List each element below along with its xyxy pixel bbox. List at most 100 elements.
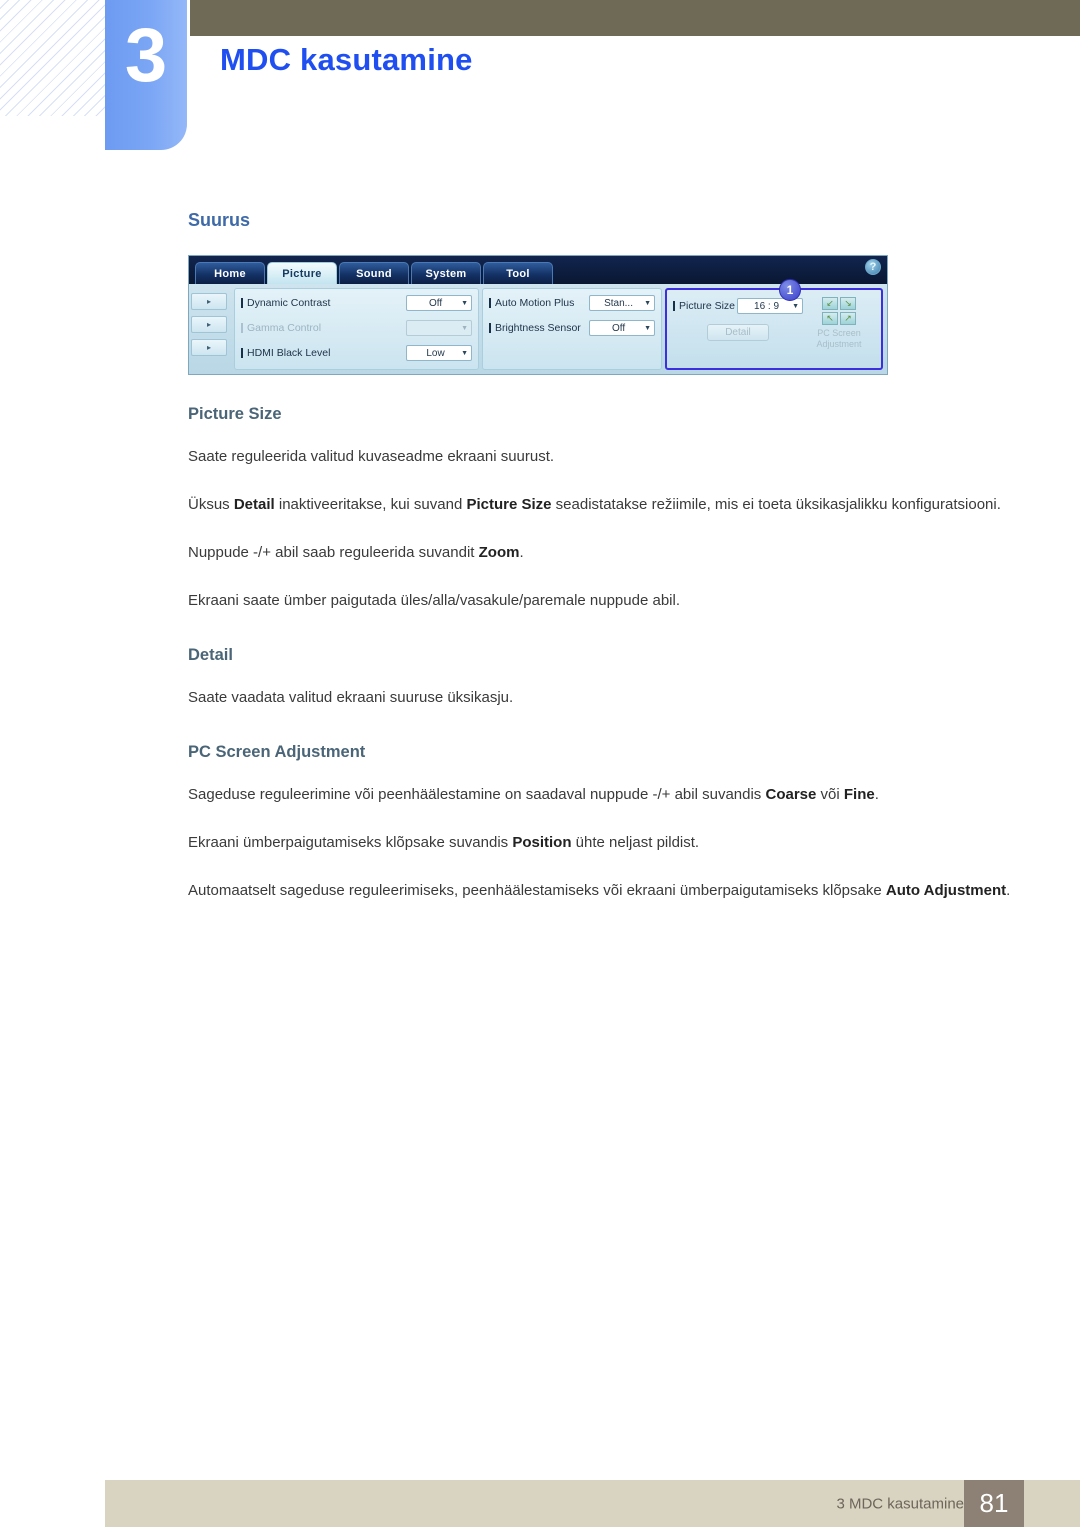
chapter-tab: 3 bbox=[105, 0, 187, 150]
control-row: HDMI Black Level Low ▼ bbox=[241, 344, 472, 362]
control-row: Dynamic Contrast Off ▼ bbox=[241, 294, 472, 312]
footer-text: 3 MDC kasutamine bbox=[836, 1495, 964, 1512]
page-root: 3 MDC kasutamine Suurus Home Picture Sound… bbox=[0, 0, 1080, 1527]
footer-bar: 3 MDC kasutamine 81 bbox=[105, 1480, 1080, 1527]
emphasis-text: Picture Size bbox=[466, 496, 552, 513]
mdc-screenshot-figure: Home Picture Sound System Tool ? ▸ ▸ ▸ Dynamic… bbox=[188, 255, 888, 375]
pc-screen-label-line2: Adjustment bbox=[816, 339, 862, 349]
mdc-tab-home[interactable]: Home bbox=[195, 262, 265, 284]
paragraph: Ekraani ümberpaigutamiseks klõpsake suva… bbox=[188, 828, 1018, 858]
position-arrow-icon-2[interactable]: ↘ bbox=[840, 297, 856, 310]
position-arrow-icon-3[interactable]: ↖ bbox=[822, 312, 838, 325]
paragraph: Sageduse reguleerimine või peenhäälestam… bbox=[188, 780, 1018, 810]
text-run: Ekraani ümberpaigutamiseks klõpsake suva… bbox=[188, 834, 513, 851]
picture-size-row: Picture Size 16 : 9 ▼ bbox=[673, 297, 803, 315]
control-label: Gamma Control bbox=[241, 322, 321, 334]
paragraph: Üksus Detail inaktiveeritakse, kui suvan… bbox=[188, 490, 1018, 520]
mdc-body: ▸ ▸ ▸ Dynamic Contrast Off ▼ Gamma Control ▼ HD… bbox=[189, 279, 887, 374]
chevron-down-icon: ▼ bbox=[644, 324, 651, 332]
mdc-tab-sound[interactable]: Sound bbox=[339, 262, 409, 284]
mdc-group-left: Dynamic Contrast Off ▼ Gamma Control ▼ HDMI B… bbox=[234, 288, 479, 370]
section-heading: Suurus bbox=[188, 210, 251, 230]
dropdown[interactable]: Low ▼ bbox=[406, 345, 472, 361]
page-title: MDC kasutamine bbox=[220, 42, 473, 77]
content-area: Suurus Home Picture Sound System Tool ? ▸ ▸ ▸ … bbox=[188, 210, 1018, 924]
dropdown: ▼ bbox=[406, 320, 472, 336]
chapter-number: 3 bbox=[124, 13, 168, 98]
dropdown[interactable]: Off ▼ bbox=[589, 320, 655, 336]
dropdown-value: Stan... bbox=[604, 297, 633, 309]
pc-screen-adjustment-label: PC Screen Adjustment bbox=[816, 328, 861, 350]
sub-heading: Detail bbox=[188, 646, 233, 664]
text-run: või bbox=[816, 786, 844, 803]
mdc-group-picture-size: 1 Picture Size 16 : 9 ▼ Detail ↙ ↘ ↖ ↗ P… bbox=[665, 279, 883, 370]
emphasis-text: Detail bbox=[233, 496, 275, 513]
pc-screen-adjustment-block: ↙ ↘ ↖ ↗ PC Screen Adjustment bbox=[803, 295, 875, 363]
decorative-hatch-pattern bbox=[0, 0, 108, 116]
dropdown[interactable]: Off ▼ bbox=[406, 295, 472, 311]
sub-heading: Picture Size bbox=[188, 405, 282, 423]
text-run: Saate vaadata valitud ekraani suuruse ük… bbox=[188, 689, 514, 706]
text-run: Automaatselt sageduse reguleerimiseks, p… bbox=[188, 882, 886, 899]
control-label: Dynamic Contrast bbox=[241, 297, 330, 309]
emphasis-text: Zoom bbox=[478, 544, 520, 561]
chevron-right-icon-button-1[interactable]: ▸ bbox=[191, 293, 227, 310]
page-number: 81 bbox=[964, 1480, 1024, 1527]
paragraph: Automaatselt sageduse reguleerimiseks, p… bbox=[188, 876, 1018, 906]
chevron-down-icon: ▼ bbox=[461, 349, 468, 357]
emphasis-text: Coarse bbox=[765, 786, 817, 803]
chevron-right-icon-button-3[interactable]: ▸ bbox=[191, 339, 227, 356]
picture-size-label: Picture Size bbox=[673, 300, 735, 312]
picture-size-value: 16 : 9 bbox=[754, 300, 780, 312]
text-run: ühte neljast pildist. bbox=[571, 834, 700, 851]
chevron-down-icon: ▼ bbox=[644, 299, 651, 307]
chevron-down-icon: ▼ bbox=[792, 302, 799, 310]
chevron-right-icon-button-2[interactable]: ▸ bbox=[191, 316, 227, 333]
paragraph: Saate reguleerida valitud kuvaseadme ekr… bbox=[188, 442, 1018, 472]
body-sections: Picture Size Saate reguleerida valitud ku… bbox=[188, 405, 1018, 906]
detail-button[interactable]: Detail bbox=[707, 324, 769, 341]
position-arrow-icon-1[interactable]: ↙ bbox=[822, 297, 838, 310]
sub-heading: PC Screen Adjustment bbox=[188, 743, 366, 761]
text-run: . bbox=[874, 786, 879, 803]
mdc-arrow-button-column: ▸ ▸ ▸ bbox=[191, 288, 231, 370]
chevron-down-icon: ▼ bbox=[461, 324, 468, 332]
help-icon[interactable]: ? bbox=[865, 259, 881, 275]
text-run: Sageduse reguleerimine või peenhäälestam… bbox=[188, 786, 766, 803]
emphasis-text: Fine bbox=[843, 786, 875, 803]
dropdown-value: Off bbox=[611, 322, 626, 334]
mdc-tab-bar: Home Picture Sound System Tool bbox=[189, 256, 887, 284]
pc-screen-label-line1: PC Screen bbox=[817, 328, 861, 338]
position-arrow-icon-4[interactable]: ↗ bbox=[840, 312, 856, 325]
dropdown-value: Off bbox=[428, 297, 443, 309]
control-label: HDMI Black Level bbox=[241, 347, 330, 359]
control-label: Auto Motion Plus bbox=[489, 297, 574, 309]
control-row: Brightness Sensor Off ▼ bbox=[489, 319, 655, 337]
chevron-down-icon: ▼ bbox=[461, 299, 468, 307]
text-run: Üksus bbox=[188, 496, 234, 513]
dropdown[interactable]: Stan... ▼ bbox=[589, 295, 655, 311]
paragraph: Saate vaadata valitud ekraani suuruse ük… bbox=[188, 683, 1018, 713]
control-row: Gamma Control ▼ bbox=[241, 319, 472, 337]
mdc-tab-tool[interactable]: Tool bbox=[483, 262, 553, 284]
emphasis-text: Position bbox=[512, 834, 572, 851]
pc-screen-position-grid[interactable]: ↙ ↘ ↖ ↗ bbox=[822, 297, 856, 325]
mdc-tab-picture[interactable]: Picture bbox=[267, 262, 337, 284]
text-run: Nuppude -/+ abil saab reguleerida suvand… bbox=[188, 544, 479, 561]
text-run: Ekraani saate ümber paigutada üles/alla/… bbox=[188, 592, 680, 609]
emphasis-text: Auto Adjustment bbox=[885, 882, 1007, 899]
dropdown-value: Low bbox=[426, 347, 445, 359]
text-run: inaktiveeritakse, kui suvand bbox=[274, 496, 467, 513]
callout-badge-1: 1 bbox=[779, 279, 801, 301]
text-run: . bbox=[519, 544, 524, 561]
text-run: . bbox=[1006, 882, 1011, 899]
text-run: seadistatakse režiimile, mis ei toeta ük… bbox=[551, 496, 1001, 513]
mdc-group-middle: Auto Motion Plus Stan... ▼ Brightness Senso… bbox=[482, 288, 662, 370]
text-run: Saate reguleerida valitud kuvaseadme ekr… bbox=[188, 448, 555, 465]
paragraph: Nuppude -/+ abil saab reguleerida suvand… bbox=[188, 538, 1018, 568]
mdc-tab-system[interactable]: System bbox=[411, 262, 481, 284]
control-label: Brightness Sensor bbox=[489, 322, 581, 334]
control-row: Auto Motion Plus Stan... ▼ bbox=[489, 294, 655, 312]
paragraph: Ekraani saate ümber paigutada üles/alla/… bbox=[188, 586, 1018, 616]
header-taupe-bar bbox=[190, 0, 1080, 36]
